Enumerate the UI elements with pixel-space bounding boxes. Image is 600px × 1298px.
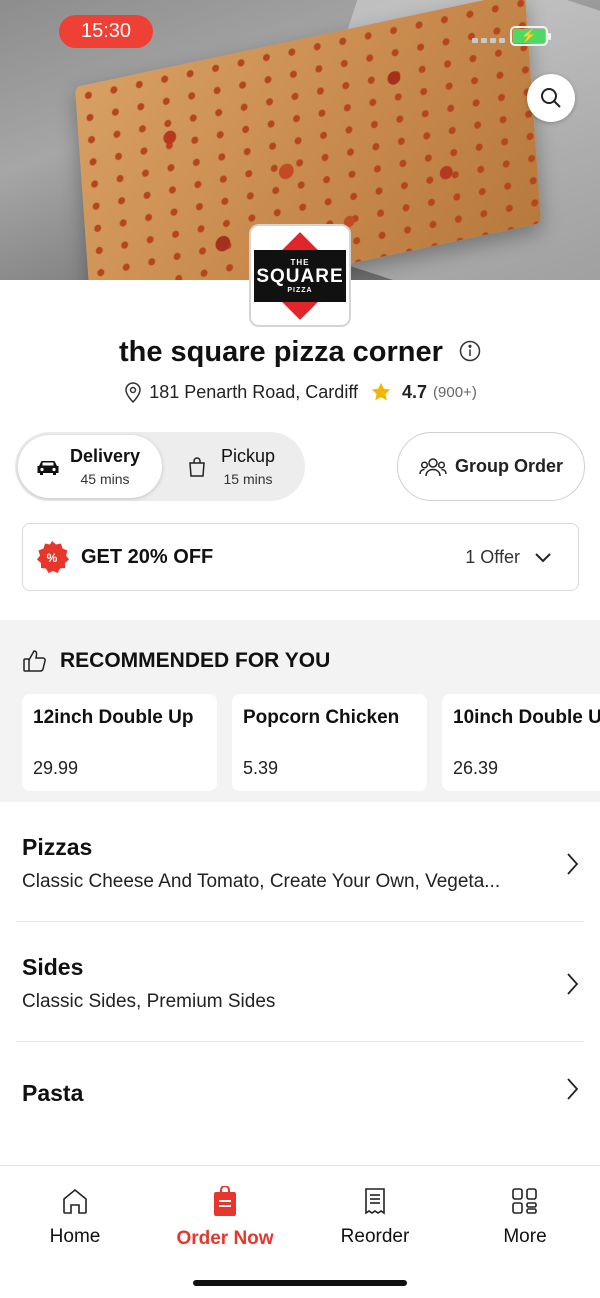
- menu-category-title: Sides: [22, 954, 84, 980]
- shopping-bag-icon: [189, 456, 205, 477]
- recommended-card[interactable]: 10inch Double Up 26.39: [442, 694, 600, 791]
- chevron-right-icon: [567, 853, 579, 875]
- store-name-text: the square pizza corner: [119, 336, 443, 368]
- menu-category-pasta[interactable]: Pasta: [22, 1078, 585, 1107]
- menu-category-desc: Classic Cheese And Tomato, Create Your O…: [22, 871, 501, 892]
- search-icon: [541, 88, 561, 108]
- recommended-heading: RECOMMENDED FOR YOU: [22, 648, 330, 674]
- status-time: 15:30: [59, 15, 153, 48]
- chevron-right-icon: [567, 1078, 579, 1100]
- pickup-label: Pickup: [221, 446, 276, 466]
- home-icon: [63, 1188, 87, 1214]
- signal-icon: [472, 38, 505, 43]
- pickup-option[interactable]: Pickup 15 mins: [185, 435, 303, 498]
- menu-category-pizzas[interactable]: Pizzas Classic Cheese And Tomato, Create…: [22, 834, 585, 893]
- recommended-heading-text: RECOMMENDED FOR YOU: [60, 649, 331, 672]
- star-icon: [371, 382, 391, 401]
- group-order-button[interactable]: Group Order: [397, 432, 585, 501]
- battery-charging-icon: ⚡: [510, 26, 551, 46]
- group-people-icon: [419, 457, 447, 476]
- recommended-card[interactable]: Popcorn Chicken 5.39: [232, 694, 427, 791]
- home-indicator: [193, 1280, 407, 1286]
- location-pin-icon: [125, 382, 141, 403]
- recommended-item-price: 29.99: [33, 758, 79, 778]
- menu-category-sides[interactable]: Sides Classic Sides, Premium Sides: [22, 954, 585, 1013]
- review-count: (900+): [433, 383, 477, 401]
- pickup-time: 15 mins: [223, 471, 273, 487]
- store-address: 181 Penarth Road, Cardiff: [149, 381, 358, 402]
- delivery-label: Delivery: [70, 446, 141, 466]
- recommended-item-price: 5.39: [243, 758, 279, 778]
- logo-text-pizza: PIZZA: [287, 286, 313, 294]
- recommended-item-price: 26.39: [453, 758, 499, 778]
- tab-label: Reorder: [340, 1226, 410, 1247]
- receipt-icon: [365, 1188, 385, 1215]
- offer-banner[interactable]: % GET 20% OFF 1 Offer: [22, 523, 579, 591]
- tab-reorder[interactable]: Reorder: [300, 1186, 450, 1248]
- logo-text-square: SQUARE: [254, 265, 346, 287]
- chevron-right-icon: [567, 973, 579, 995]
- order-mode-toggle: Delivery 45 mins Pickup 15 mins: [15, 432, 305, 501]
- tab-more[interactable]: More: [450, 1186, 600, 1248]
- offer-count: 1 Offer: [465, 546, 520, 567]
- store-address-row: 181 Penarth Road, Cardiff 4.7 (900+): [0, 381, 600, 403]
- recommended-item-name: Popcorn Chicken: [243, 707, 400, 728]
- menu-category-title: Pasta: [22, 1080, 84, 1106]
- menu-category-desc: Classic Sides, Premium Sides: [22, 991, 276, 1012]
- recommended-item-name: 10inch Double Up: [453, 707, 600, 728]
- recommended-card[interactable]: 12inch Double Up 29.99: [22, 694, 217, 791]
- store-logo: THE SQUARE PIZZA: [249, 224, 351, 327]
- tab-home[interactable]: Home: [0, 1186, 150, 1248]
- group-order-label: Group Order: [454, 456, 563, 476]
- chevron-down-icon: [535, 553, 551, 563]
- menu-category-title: Pizzas: [22, 834, 93, 860]
- tab-label: More: [503, 1226, 547, 1247]
- search-button[interactable]: [527, 74, 575, 122]
- store-rating: 4.7: [402, 381, 428, 402]
- divider: [16, 921, 584, 922]
- store-name: the square pizza corner: [0, 336, 600, 369]
- grid-icon: [512, 1188, 537, 1214]
- bottom-tab-bar: Home Order Now Reorder More: [0, 1165, 600, 1298]
- divider: [16, 1041, 584, 1042]
- car-icon: [37, 460, 59, 475]
- discount-badge-icon: %: [35, 540, 69, 574]
- info-icon[interactable]: [459, 340, 481, 362]
- tab-label: Order Now: [176, 1228, 274, 1249]
- delivery-option[interactable]: Delivery 45 mins: [18, 435, 162, 498]
- tab-order-now[interactable]: Order Now: [150, 1186, 300, 1250]
- recommended-section: RECOMMENDED FOR YOU 12inch Double Up 29.…: [0, 620, 600, 802]
- order-bag-icon: [214, 1186, 236, 1216]
- offer-title: GET 20% OFF: [81, 545, 214, 568]
- svg-text:%: %: [47, 551, 58, 565]
- tab-label: Home: [49, 1226, 101, 1247]
- recommended-item-name: 12inch Double Up: [33, 707, 194, 728]
- thumbs-up-icon: [23, 650, 46, 672]
- delivery-time: 45 mins: [80, 471, 130, 487]
